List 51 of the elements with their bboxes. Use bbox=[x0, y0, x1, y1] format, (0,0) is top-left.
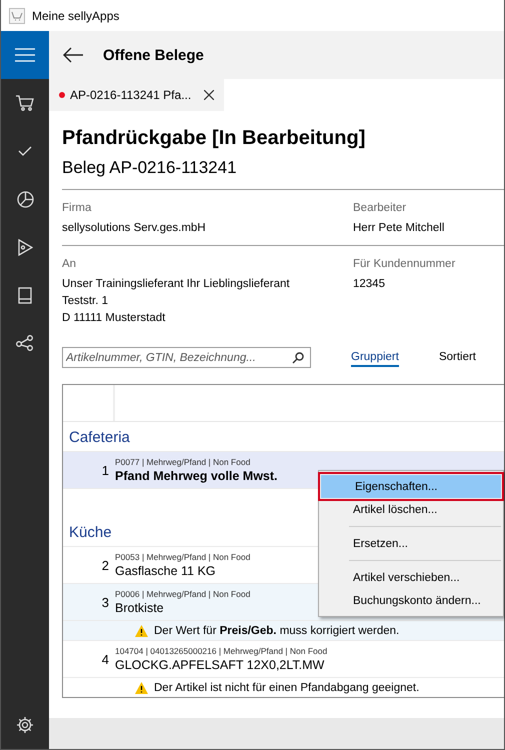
view-mode-tab[interactable]: Sortiert bbox=[438, 348, 476, 366]
item-details: P0077 | Mehrweg/Pfand | Non Food bbox=[115, 456, 250, 468]
field-value: D 11111 Musterstadt bbox=[62, 311, 166, 326]
context-menu-item[interactable]: Buchungskonto ändern... bbox=[319, 589, 503, 612]
warning-message: Der Wert für Preis/Geb. muss korrigiert werden. bbox=[154, 624, 400, 636]
item-name: GLOCKG.APFELSAFT 12X0,2LT.MW bbox=[115, 656, 324, 672]
book-icon[interactable] bbox=[18, 286, 32, 304]
search-icon[interactable] bbox=[292, 352, 304, 364]
field-label: Für Kundennummer bbox=[353, 257, 456, 272]
row-number: 1 bbox=[102, 462, 110, 478]
document-tab[interactable]: AP-0216-113241 Pfa... bbox=[49, 79, 224, 111]
document-title: Pfandrückgabe [In Bearbeitung] bbox=[62, 126, 366, 150]
item-details: 104704 | 04013265000216 | Mehrweg/Pfand | Non Food bbox=[115, 646, 328, 656]
share-icon[interactable] bbox=[16, 335, 34, 351]
field-value: 12345 bbox=[353, 277, 386, 292]
row-number: 2 bbox=[102, 558, 110, 572]
menu-icon[interactable] bbox=[15, 48, 35, 62]
field-label: Bearbeiter bbox=[353, 201, 408, 216]
field-value: Unser Trainingslieferant Ihr Lieblingslieferant bbox=[62, 277, 291, 292]
page-title: Offene Belege bbox=[103, 46, 204, 64]
settings-icon[interactable] bbox=[16, 716, 34, 734]
warning-message: Der Artikel ist nicht für einen Pfandabgang geeignet. bbox=[154, 682, 420, 694]
item-details: P0053 | Mehrweg/Pfand | Non Food bbox=[115, 552, 250, 562]
field-label: An bbox=[62, 257, 78, 272]
item-details: P0006 | Mehrweg/Pfand | Non Food bbox=[115, 588, 250, 600]
item-name: Pfand Mehrweg volle Mwst. bbox=[115, 468, 278, 484]
document-number: Beleg AP-0216-113241 bbox=[62, 157, 238, 179]
context-menu-item[interactable]: Artikel löschen... bbox=[319, 498, 503, 521]
field-value: Teststr. 1 bbox=[62, 294, 110, 309]
context-menu-item[interactable]: Eigenschaften... bbox=[321, 475, 501, 498]
tag-icon[interactable] bbox=[17, 238, 33, 256]
checkmark-icon[interactable] bbox=[18, 146, 32, 156]
field-value: sellysolutions Serv.ges.mbH bbox=[62, 221, 207, 236]
close-icon[interactable] bbox=[204, 90, 214, 100]
row-number: 3 bbox=[102, 594, 110, 610]
view-mode-tab[interactable]: Gruppiert bbox=[351, 348, 399, 366]
item-name: Brotkiste bbox=[115, 600, 164, 616]
warning-icon bbox=[135, 682, 148, 694]
item-row[interactable]: 4 104704 | 04013265000216 | Mehrweg/Pfand | Non Food GLOCKG.APFELSAFT 12X0,2LT.MW bbox=[63, 640, 504, 677]
app-logo-icon bbox=[9, 8, 25, 24]
cart-icon[interactable] bbox=[16, 95, 34, 111]
row-number: 4 bbox=[102, 652, 110, 666]
item-name: Gasflasche 11 KG bbox=[115, 562, 216, 578]
group-heading: Cafeteria bbox=[69, 428, 130, 448]
field-label: Firma bbox=[62, 201, 92, 216]
window-title: Meine sellyApps bbox=[32, 8, 120, 22]
back-arrow-icon[interactable] bbox=[63, 47, 83, 63]
warning-icon bbox=[135, 624, 148, 636]
pie-chart-icon[interactable] bbox=[16, 190, 34, 208]
field-value: Herr Pete Mitchell bbox=[353, 221, 446, 236]
group-heading: Küche bbox=[69, 523, 112, 543]
